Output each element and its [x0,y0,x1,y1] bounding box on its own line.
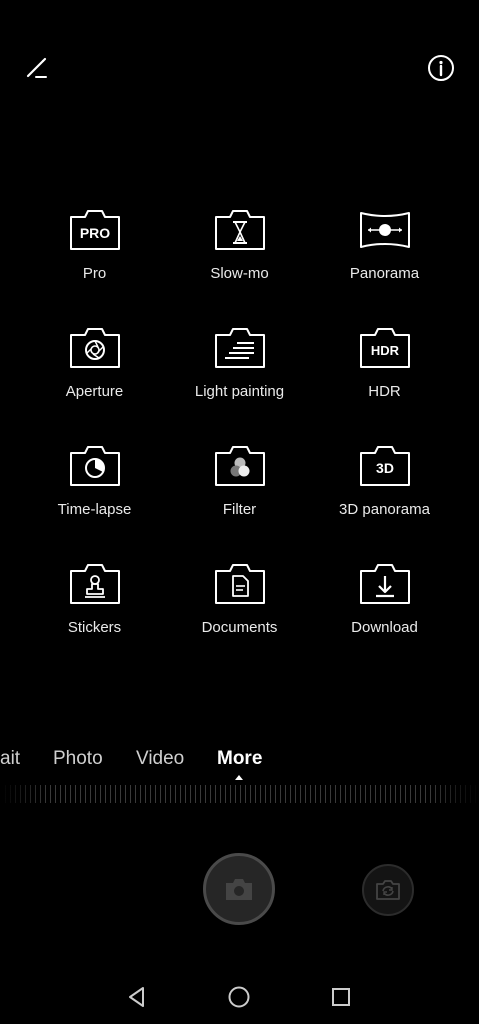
mode-light-painting[interactable]: Light painting [167,323,312,441]
camera-icon [226,879,252,900]
tab-more[interactable]: More [217,748,262,770]
hourglass-icon [212,205,268,255]
recents-button[interactable] [324,980,358,1014]
shutter-button[interactable] [203,853,275,925]
mode-slow-mo[interactable]: Slow-mo [167,205,312,323]
panorama-icon [357,205,413,255]
mode-label: Time-lapse [57,501,132,518]
mode-label: Filter [222,501,257,518]
tab-video[interactable]: Video [136,748,184,770]
hdr-icon: HDR [357,323,413,373]
documents-icon [212,559,268,609]
mode-label: Slow-mo [210,265,269,282]
stickers-icon [67,559,123,609]
mode-hdr[interactable]: HDR HDR [312,323,457,441]
mode-label: Light painting [194,383,285,400]
mode-label: HDR [368,383,401,400]
tab-portrait[interactable]: ait [0,748,20,770]
mode-label: 3D panorama [339,501,430,518]
tab-photo[interactable]: Photo [53,748,103,770]
timelapse-icon [67,441,123,491]
mode-label: Aperture [65,383,124,400]
mode-pro[interactable]: PRO Pro [22,205,167,323]
svg-text:HDR: HDR [370,343,399,358]
active-tab-indicator [235,775,243,780]
switch-camera-icon [376,880,400,900]
info-icon[interactable] [423,50,459,86]
mode-label: Panorama [349,265,420,282]
navigation-bar [0,970,479,1024]
mode-3d-panorama[interactable]: 3D 3D panorama [312,441,457,559]
3d-panorama-icon: 3D [357,441,413,491]
mode-tabs: ait Photo Video More [0,748,479,780]
mode-aperture[interactable]: Aperture [22,323,167,441]
mode-stickers[interactable]: Stickers [22,559,167,677]
mode-label: Stickers [67,619,122,636]
mode-label: Pro [82,265,107,282]
switch-camera-button[interactable] [362,864,414,916]
back-icon [129,987,144,1007]
svg-text:PRO: PRO [79,225,109,241]
light-painting-icon [212,323,268,373]
download-icon [357,559,413,609]
mode-filter[interactable]: Filter [167,441,312,559]
mode-time-lapse[interactable]: Time-lapse [22,441,167,559]
mode-panorama[interactable]: Panorama [312,205,457,323]
mode-grid: PRO Pro Slow-mo Panorama Aperture Light … [22,205,457,665]
recents-icon [332,988,350,1006]
mode-label: Documents [201,619,278,636]
mode-scroll-ticks[interactable] [0,785,479,803]
svg-text:3D: 3D [376,460,394,476]
home-button[interactable] [222,980,256,1014]
back-button[interactable] [120,980,154,1014]
mode-label: Download [351,619,418,636]
edit-icon[interactable] [19,50,55,86]
home-icon [228,986,250,1008]
filter-icon [212,441,268,491]
mode-download[interactable]: Download [312,559,457,677]
mode-documents[interactable]: Documents [167,559,312,677]
pro-icon: PRO [67,205,123,255]
aperture-icon [67,323,123,373]
